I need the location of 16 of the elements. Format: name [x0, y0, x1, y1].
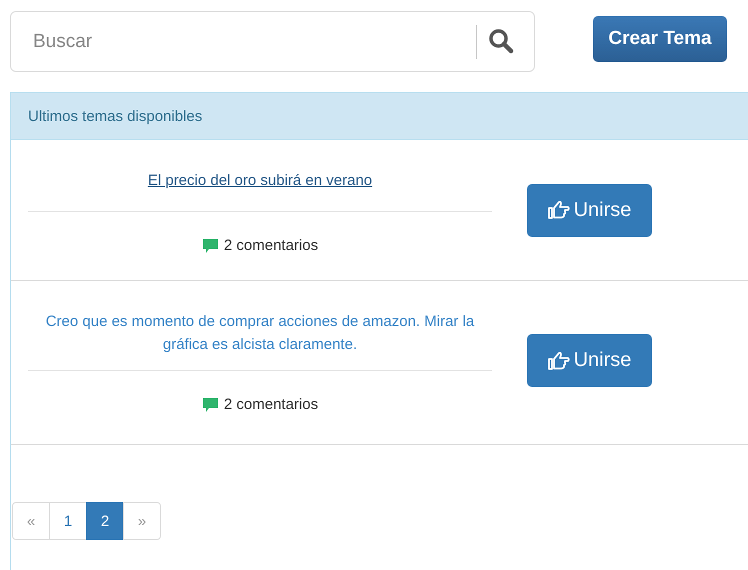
search-field[interactable]: Buscar — [10, 11, 535, 72]
comment-icon — [202, 238, 219, 254]
comment-icon — [202, 396, 219, 412]
hand-pointing-icon — [548, 200, 570, 220]
search-icon[interactable] — [488, 28, 514, 54]
join-button[interactable]: Unirse — [527, 184, 652, 236]
page-button[interactable]: 2 — [86, 502, 124, 540]
join-button[interactable]: Unirse — [527, 334, 652, 387]
page-button[interactable]: 1 — [49, 502, 87, 540]
comment-count: 2 comentarios — [224, 237, 318, 254]
topic-link[interactable]: El precio del oro subirá en verano — [136, 140, 384, 210]
topic-link[interactable]: Creo que es momento de comprar acciones de amazon. Mirar la gráfica es alcista claramente. — [28, 286, 492, 370]
hand-pointing-icon — [548, 350, 570, 370]
panel-heading: Ultimos temas disponibles — [11, 92, 748, 140]
comment-count: 2 comentarios — [224, 396, 318, 413]
create-topic-button[interactable]: Crear Tema — [593, 16, 727, 62]
